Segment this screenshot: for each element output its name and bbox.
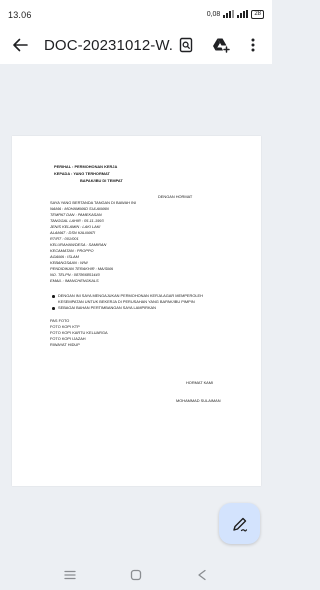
- doc-field: TANGGAL LAHIR : 05-11-1993: [50, 218, 104, 223]
- doc-attachment: RIWAYAT HIDUP: [50, 342, 80, 347]
- doc-field: KELURAHAN/DESA : SAMIRAN: [50, 242, 107, 247]
- doc-salutation: DENGAN HORMAT: [158, 194, 193, 199]
- home-icon: [130, 569, 142, 581]
- doc-attachment: FOTO KOPI KARTU KELUARGA: [50, 330, 108, 335]
- home-button[interactable]: [128, 568, 144, 582]
- doc-bullet: DENGAN INI SAYA MENGAJUKAN PERMOHONAN KE…: [58, 293, 203, 298]
- bullet-dot-icon: [52, 295, 55, 298]
- doc-field: PENDIDIKAN TERAKHIR : MA/SMA: [50, 266, 114, 271]
- doc-closing: HORMAT KAMI: [186, 380, 214, 385]
- document-title: DOC-20231012-W...: [44, 37, 172, 54]
- doc-field: RT/RT : 001/001: [50, 236, 79, 241]
- doc-attachment: FOTO KOPI IJAZAH: [50, 336, 86, 341]
- more-options-button[interactable]: [243, 35, 263, 55]
- doc-attachment: FOTO KOPI KTP: [50, 324, 80, 329]
- arrow-back-icon: [13, 38, 28, 52]
- doc-intro: SAYA YANG BERTANDA TANGAN DI BAWAH INI: [50, 200, 137, 205]
- signal-icon: [223, 10, 235, 18]
- doc-field: TEMPAT DAN : PAMEKASAN: [50, 212, 102, 217]
- add-to-drive-icon: [213, 38, 230, 53]
- doc-field: ALAMAT : DSN KALIMATI: [50, 230, 96, 235]
- app-bar: DOC-20231012-W...: [0, 26, 272, 64]
- find-in-document-button[interactable]: [176, 35, 196, 55]
- status-time: 13.06: [8, 10, 32, 20]
- document-page: PERIHAL : PERMOHONAN KERJA KEPADA : YANG…: [12, 136, 261, 486]
- more-vert-icon: [251, 38, 255, 52]
- doc-attachment: PAS FOTO: [50, 318, 70, 323]
- battery-icon: 28: [251, 9, 264, 19]
- signal-icon-2: [237, 10, 249, 18]
- doc-field: NAMA : MOHAMMAD SULAIMAN: [50, 206, 109, 211]
- recents-icon: [64, 570, 76, 580]
- network-speed: 0,08: [206, 10, 221, 18]
- nav-back-button[interactable]: [194, 568, 210, 582]
- annotate-fab[interactable]: [219, 503, 260, 544]
- recents-button[interactable]: [62, 568, 78, 582]
- doc-field: JENIS KELAMIN : LAKI LAKI: [50, 224, 101, 229]
- doc-bullet-continuation: KESEMPATAN UNTUK BEKERJA DI PERUSAHAN YA…: [58, 299, 195, 304]
- doc-field: AGAMA : ISLAM: [50, 254, 79, 259]
- doc-recipient: BAPAK/IBU DI TEMPAT: [80, 178, 123, 183]
- back-button[interactable]: [10, 35, 30, 55]
- system-nav-bar: [0, 561, 272, 590]
- add-to-drive-button[interactable]: [211, 35, 231, 55]
- status-icons: 0,08 28: [207, 9, 264, 19]
- doc-field: EMAIL : IMANCHENGKALS: [50, 278, 99, 283]
- search-in-document-icon: [179, 37, 193, 53]
- status-bar: 13.06 0,08 28: [0, 0, 272, 26]
- doc-bullet: SEBAGAI BAHAN PERTIMBANGAN SAYA LAMPIRKA…: [58, 305, 156, 310]
- doc-field: KECAMATAN : PROPPO: [50, 248, 94, 253]
- edit-annotate-icon: [232, 517, 247, 532]
- doc-field: NO. TELPN : 087866851440: [50, 272, 100, 277]
- bullet-dot-icon: [52, 307, 55, 310]
- document-viewer[interactable]: PERIHAL : PERMOHONAN KERJA KEPADA : YANG…: [0, 64, 272, 561]
- doc-perihal: PERIHAL : PERMOHONAN KERJA: [54, 164, 118, 169]
- doc-signer: MOHAMMAD SULAIMAN: [176, 398, 221, 403]
- doc-field: KEBANGSAAN : WNI: [50, 260, 88, 265]
- doc-kepada: KEPADA : YANG TERHORMAT: [54, 171, 110, 176]
- battery-level: 28: [254, 10, 261, 17]
- nav-back-icon: [198, 569, 206, 581]
